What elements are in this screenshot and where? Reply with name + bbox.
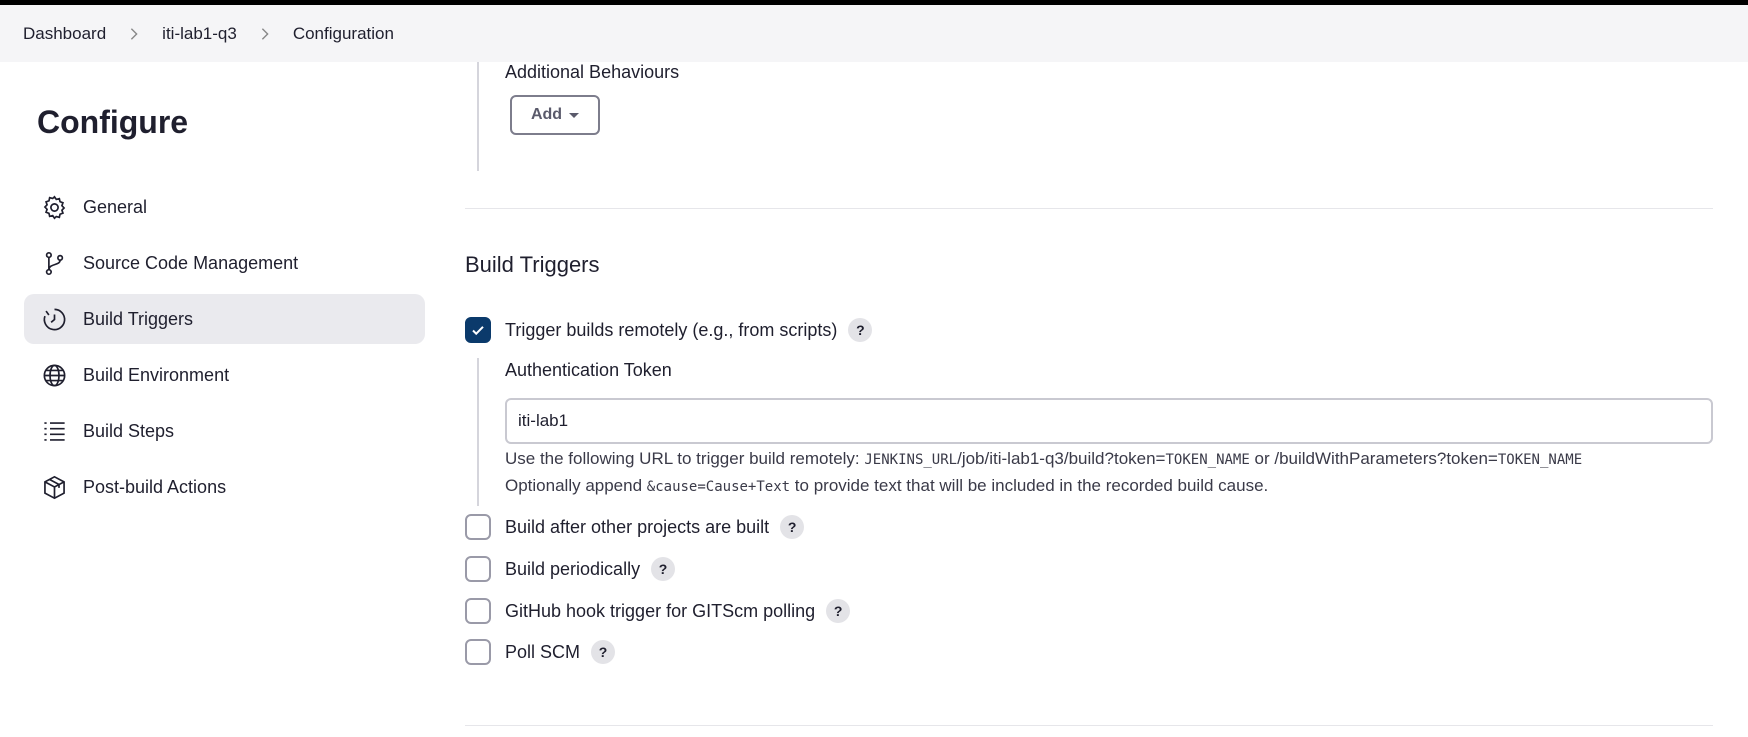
breadcrumb-job[interactable]: iti-lab1-q3 xyxy=(162,24,237,44)
help-code-segment: TOKEN_NAME xyxy=(1165,452,1250,468)
cause-help: Optionally append &cause=Cause+Text to p… xyxy=(505,476,1268,496)
help-icon[interactable]: ? xyxy=(826,599,851,623)
sidebar-item-post-build-actions[interactable]: Post-build Actions xyxy=(24,462,425,512)
breadcrumb: Dashboard iti-lab1-q3 Configuration xyxy=(0,5,1748,62)
chevron-right-icon xyxy=(127,27,141,41)
sidebar-item-label: Build Environment xyxy=(83,364,230,385)
sidebar-item-build-triggers[interactable]: Build Triggers xyxy=(24,294,425,344)
help-code-segment: JENKINS_URL xyxy=(864,452,958,468)
auth-token-input[interactable] xyxy=(505,398,1713,444)
sidebar-item-label: Build Triggers xyxy=(83,308,194,329)
trigger-remote-row: Trigger builds remotely (e.g., from scri… xyxy=(465,317,873,343)
gear-icon xyxy=(40,193,68,221)
trigger-option-row: Build periodically ? xyxy=(465,556,676,582)
main-content: Additional Behaviours Add Build Triggers… xyxy=(465,62,1715,737)
help-text-segment: /job/iti-lab1-q3/build?token= xyxy=(957,449,1166,468)
add-behaviour-button[interactable]: Add xyxy=(510,95,600,135)
trigger-option-row: Build after other projects are built ? xyxy=(465,514,805,540)
package-icon xyxy=(40,473,68,501)
sidebar-item-general[interactable]: General xyxy=(24,182,425,232)
trigger-url-help: Use the following URL to trigger build r… xyxy=(505,449,1582,469)
additional-behaviours-title: Additional Behaviours xyxy=(505,62,680,82)
build-periodically-checkbox[interactable] xyxy=(465,556,491,582)
help-text-segment: Optionally append xyxy=(505,476,647,495)
sidebar-item-label: General xyxy=(83,196,148,217)
trigger-remote-label: Trigger builds remotely (e.g., from scri… xyxy=(505,319,838,340)
breadcrumb-dashboard[interactable]: Dashboard xyxy=(23,24,106,44)
breadcrumb-configuration[interactable]: Configuration xyxy=(293,24,394,44)
help-icon[interactable]: ? xyxy=(848,318,873,342)
globe-icon xyxy=(40,361,68,389)
build-periodically-label: Build periodically xyxy=(505,558,641,579)
help-icon[interactable]: ? xyxy=(591,640,616,664)
poll-scm-label: Poll SCM xyxy=(505,641,581,662)
trigger-option-row: GitHub hook trigger for GITScm polling ? xyxy=(465,598,851,624)
sidebar-item-label: Post-build Actions xyxy=(83,476,227,497)
sidebar: Configure General Source Code Management… xyxy=(0,62,440,737)
section-indent-line xyxy=(477,62,479,171)
help-text-segment: Use the following URL to trigger build r… xyxy=(505,449,865,468)
build-triggers-title: Build Triggers xyxy=(465,252,600,277)
nested-indent-line xyxy=(477,358,479,506)
caret-down-icon xyxy=(569,112,580,118)
list-icon xyxy=(40,417,68,445)
auth-token-label: Authentication Token xyxy=(505,360,672,380)
chevron-right-icon xyxy=(258,27,272,41)
page-title: Configure xyxy=(37,104,189,140)
build-after-other-projects-checkbox[interactable] xyxy=(465,514,491,540)
trigger-option-row: Poll SCM ? xyxy=(465,639,616,665)
section-divider xyxy=(465,725,1713,726)
sidebar-item-label: Build Steps xyxy=(83,420,175,441)
sidebar-nav: General Source Code Management Build Tri… xyxy=(24,182,425,518)
help-text-segment: to provide text that will be included in… xyxy=(790,476,1269,495)
github-hook-trigger-label: GitHub hook trigger for GITScm polling xyxy=(505,600,816,621)
sidebar-item-build-environment[interactable]: Build Environment xyxy=(24,350,425,400)
clock-icon xyxy=(40,305,68,333)
branch-icon xyxy=(40,249,68,277)
trigger-remote-checkbox[interactable] xyxy=(465,317,491,343)
help-code-segment: TOKEN_NAME xyxy=(1497,452,1583,468)
build-after-other-projects-label: Build after other projects are built xyxy=(505,516,770,537)
checkmark-icon xyxy=(472,326,484,336)
poll-scm-checkbox[interactable] xyxy=(465,639,491,665)
help-icon[interactable]: ? xyxy=(651,557,676,581)
help-code-segment: &cause=Cause+Text xyxy=(646,479,791,495)
github-hook-trigger-checkbox[interactable] xyxy=(465,598,491,624)
help-icon[interactable]: ? xyxy=(780,515,805,539)
sidebar-item-source-code-management[interactable]: Source Code Management xyxy=(24,238,425,288)
help-text-segment: or /buildWithParameters?token= xyxy=(1249,449,1498,468)
add-button-label: Add xyxy=(530,106,563,123)
sidebar-item-label: Source Code Management xyxy=(83,252,299,273)
section-divider xyxy=(465,208,1713,209)
sidebar-item-build-steps[interactable]: Build Steps xyxy=(24,406,425,456)
